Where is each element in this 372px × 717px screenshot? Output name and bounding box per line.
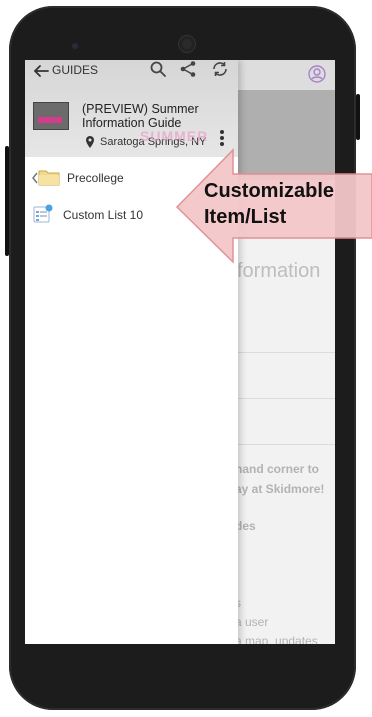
more-vert-icon[interactable] bbox=[219, 129, 225, 147]
custom-list-icon bbox=[33, 204, 53, 223]
guides-label[interactable]: GUIDES bbox=[52, 63, 98, 77]
guide-title: (PREVIEW) Summer Information Guide bbox=[82, 102, 199, 130]
screen: formation hand corner to ay at Skidmore!… bbox=[25, 60, 335, 644]
drawer-header: GUIDES (PREVIEW) Summer Information Guid… bbox=[25, 60, 238, 157]
search-icon[interactable] bbox=[149, 60, 167, 78]
item-label: Custom List 10 bbox=[63, 208, 144, 222]
callout-text: Customizable Item/List bbox=[204, 178, 334, 230]
callout-line: Customizable bbox=[204, 180, 335, 202]
guide-thumbnail bbox=[33, 102, 69, 130]
earpiece-speaker bbox=[179, 36, 195, 52]
item-label: Precollege bbox=[67, 171, 124, 185]
share-icon[interactable] bbox=[179, 60, 197, 78]
location-pin-icon bbox=[86, 136, 94, 148]
folder-icon bbox=[38, 170, 60, 186]
navigation-drawer: GUIDES (PREVIEW) Summer Information Guid… bbox=[25, 60, 238, 644]
sync-icon[interactable] bbox=[211, 60, 229, 78]
side-button-right bbox=[356, 94, 360, 140]
side-button-left bbox=[5, 146, 9, 256]
front-camera bbox=[72, 43, 78, 49]
banner-text: SUMMER bbox=[140, 128, 209, 144]
back-arrow-icon[interactable] bbox=[32, 62, 50, 80]
callout-line: Item/List bbox=[204, 206, 287, 228]
